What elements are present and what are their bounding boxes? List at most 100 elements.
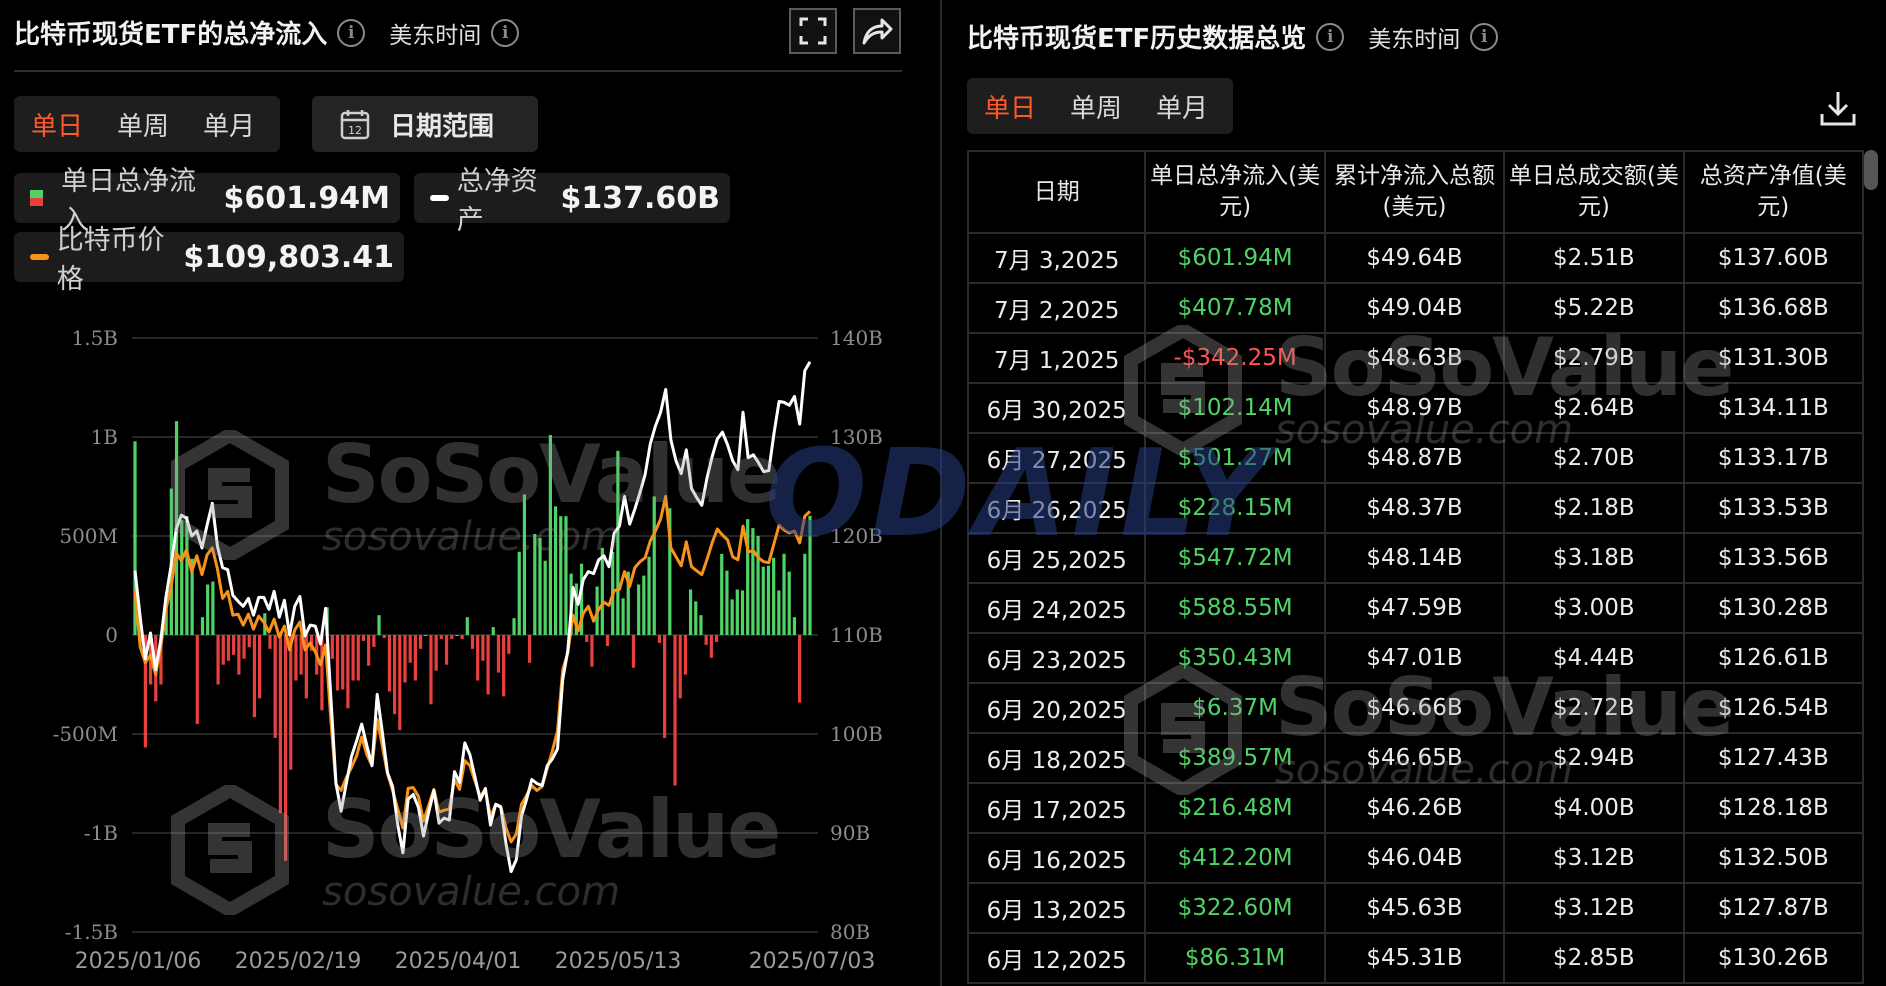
col-cumulative-flow[interactable]: 累计净流入总额(美元) xyxy=(1323,150,1506,234)
table-row[interactable]: 6月 30,2025 $102.14M $48.97B $2.64B $134.11B xyxy=(966,382,1865,434)
outflow-bar[interactable] xyxy=(486,635,490,695)
outflow-bar[interactable] xyxy=(408,635,412,663)
outflow-bar[interactable] xyxy=(673,635,677,786)
outflow-bar[interactable] xyxy=(335,635,340,691)
date-range-button[interactable]: 12 日期范围 xyxy=(312,96,538,152)
tab-daily[interactable]: 单日 xyxy=(967,88,1053,125)
outflow-bar[interactable] xyxy=(216,635,220,685)
outflow-bar[interactable] xyxy=(798,635,802,703)
outflow-bar[interactable] xyxy=(476,635,480,681)
inflow-bar[interactable] xyxy=(761,566,765,635)
table-row[interactable]: 6月 17,2025 $216.48M $46.26B $4.00B $128.18B xyxy=(966,782,1865,834)
info-icon[interactable]: i xyxy=(1316,22,1345,51)
outflow-bar[interactable] xyxy=(590,635,594,667)
outflow-bar[interactable] xyxy=(709,635,713,658)
inflow-bar[interactable] xyxy=(730,599,734,635)
table-row[interactable]: 6月 13,2025 $322.60M $45.63B $3.12B $127.87B xyxy=(966,882,1865,934)
table-row[interactable]: 6月 27,2025 $501.27M $48.87B $2.70B $133.17B xyxy=(966,432,1865,484)
inflow-bar[interactable] xyxy=(803,553,807,635)
info-icon[interactable]: i xyxy=(1470,22,1499,51)
share-icon[interactable] xyxy=(853,8,901,54)
table-row[interactable]: 6月 24,2025 $588.55M $47.59B $3.00B $130.28B xyxy=(966,582,1865,634)
outflow-bar[interactable] xyxy=(361,635,366,641)
fullscreen-icon[interactable] xyxy=(789,8,837,54)
outflow-bar[interactable] xyxy=(221,635,225,665)
inflow-bar[interactable] xyxy=(559,516,563,635)
outflow-bar[interactable] xyxy=(351,635,355,681)
inflow-bar[interactable] xyxy=(772,557,776,635)
inflow-bar[interactable] xyxy=(782,553,786,635)
outflow-bar[interactable] xyxy=(372,635,376,647)
outflow-bar[interactable] xyxy=(398,635,402,731)
inflow-bar[interactable] xyxy=(647,556,651,635)
outflow-bar[interactable] xyxy=(258,635,262,699)
outflow-bar[interactable] xyxy=(481,635,485,661)
inflow-bar[interactable] xyxy=(543,560,547,635)
inflow-bar[interactable] xyxy=(808,515,812,635)
inflow-bar[interactable] xyxy=(725,570,729,635)
col-total-nav[interactable]: 总资产净值(美元) xyxy=(1682,150,1865,234)
outflow-bar[interactable] xyxy=(528,635,532,663)
outflow-bar[interactable] xyxy=(356,635,360,681)
info-icon[interactable]: i xyxy=(491,18,520,47)
inflow-bar[interactable] xyxy=(720,553,724,635)
table-row[interactable]: 6月 20,2025 $6.37M $46.66B $2.72B $126.54B xyxy=(966,682,1865,734)
inflow-bar[interactable] xyxy=(792,617,797,635)
inflow-bar[interactable] xyxy=(211,581,215,635)
outflow-bar[interactable] xyxy=(232,635,236,655)
inflow-bar[interactable] xyxy=(735,589,739,635)
legend-net-inflow[interactable]: 单日总净流入 $601.94M xyxy=(14,166,400,236)
inflow-bar[interactable] xyxy=(766,565,771,635)
outflow-bar[interactable] xyxy=(195,635,199,725)
legend-total-assets[interactable]: 总净资产 $137.60B xyxy=(414,166,730,236)
inflow-bar[interactable] xyxy=(180,520,184,635)
outflow-bar[interactable] xyxy=(237,635,241,675)
inflow-bar[interactable] xyxy=(533,534,537,635)
outflow-bar[interactable] xyxy=(631,635,636,668)
outflow-bar[interactable] xyxy=(714,635,719,642)
inflow-bar[interactable] xyxy=(491,627,495,635)
table-row[interactable]: 6月 18,2025 $389.57M $46.65B $2.94B $127.43B xyxy=(966,732,1865,784)
table-row[interactable]: 6月 25,2025 $547.72M $48.14B $3.18B $133.56B xyxy=(966,532,1865,584)
inflow-bar[interactable] xyxy=(616,450,620,635)
outflow-bar[interactable] xyxy=(268,635,272,649)
inflow-bar[interactable] xyxy=(787,571,791,635)
inflow-bar[interactable] xyxy=(517,551,521,635)
inflow-bar[interactable] xyxy=(455,635,459,636)
legend-btc-price[interactable]: 比特币价格 $109,803.41 xyxy=(14,225,404,295)
outflow-bar[interactable] xyxy=(289,635,293,770)
inflow-bar[interactable] xyxy=(564,516,568,635)
outflow-bar[interactable] xyxy=(460,635,464,639)
outflow-bar[interactable] xyxy=(252,635,257,718)
tab-monthly[interactable]: 单月 xyxy=(1139,88,1225,125)
table-row[interactable]: 7月 3,2025 $601.94M $49.64B $2.51B $137.60B xyxy=(966,232,1865,284)
table-row[interactable]: 6月 23,2025 $350.43M $47.01B $4.44B $126.61B xyxy=(966,632,1865,684)
inflow-bar[interactable] xyxy=(206,584,210,635)
outflow-bar[interactable] xyxy=(434,635,438,671)
inflow-bar[interactable] xyxy=(424,635,428,636)
inflow-bar[interactable] xyxy=(553,506,558,635)
outflow-bar[interactable] xyxy=(320,635,324,711)
outflow-bar[interactable] xyxy=(444,635,449,665)
outflow-bar[interactable] xyxy=(273,635,277,738)
outflow-bar[interactable] xyxy=(657,635,662,643)
outflow-bar[interactable] xyxy=(226,635,231,661)
table-row[interactable]: 7月 2,2025 $407.78M $49.04B $5.22B $136.68B xyxy=(966,282,1865,334)
outflow-bar[interactable] xyxy=(496,635,501,673)
inflow-bar[interactable] xyxy=(548,435,552,635)
col-daily-flow[interactable]: 单日总净流入(美元) xyxy=(1144,150,1326,234)
inflow-bar[interactable] xyxy=(522,494,527,635)
col-daily-volume[interactable]: 单日总成交额(美元) xyxy=(1503,150,1685,234)
inflow-bar[interactable] xyxy=(751,528,755,635)
outflow-bar[interactable] xyxy=(429,635,433,705)
outflow-bar[interactable] xyxy=(470,635,475,649)
inflow-bar[interactable] xyxy=(740,590,745,635)
inflow-bar[interactable] xyxy=(200,617,205,635)
inflow-bar[interactable] xyxy=(652,496,656,635)
inflow-bar[interactable] xyxy=(621,598,625,635)
inflow-bar[interactable] xyxy=(512,618,516,635)
outflow-bar[interactable] xyxy=(704,635,708,645)
outflow-bar[interactable] xyxy=(413,635,417,681)
inflow-bar[interactable] xyxy=(756,536,760,635)
outflow-bar[interactable] xyxy=(247,635,251,648)
